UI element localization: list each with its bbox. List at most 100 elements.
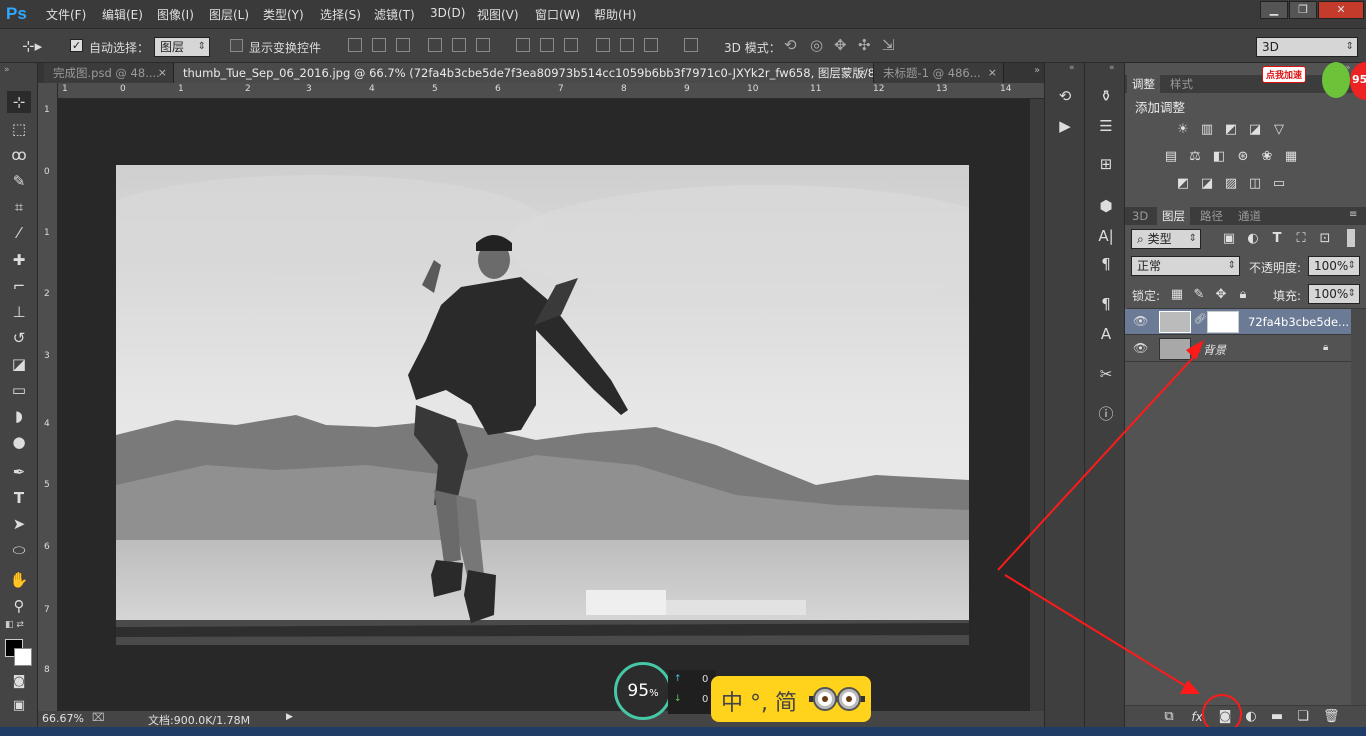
paragraph-panel-icon[interactable]: ¶ [1095,253,1117,275]
collapse-dock-icon[interactable]: « [1109,63,1115,73]
align-hcenter-icon[interactable] [452,38,466,52]
distribute-left-icon[interactable] [596,38,610,52]
menu-item[interactable]: 选择(S) [320,6,361,23]
levels-adjustment-icon[interactable]: ▥ [1199,123,1215,137]
filter-pixel-icon[interactable]: ▣ [1221,232,1237,246]
move-tool-icon[interactable]: ⊹ [7,91,31,113]
3d-slide-icon[interactable]: ✣ [858,36,871,54]
eraser-tool-icon[interactable]: ◪ [7,353,31,375]
tab-layers[interactable]: 图层 [1157,207,1190,225]
speed-widget[interactable]: 95% [614,662,672,720]
close-tab-icon[interactable]: × [988,63,997,83]
vertical-scrollbar[interactable] [1030,99,1044,711]
dodge-tool-icon[interactable]: ● [7,431,31,453]
filter-type-icon[interactable]: T [1269,232,1285,246]
pen-tool-icon[interactable]: ✒ [7,461,31,483]
menu-item[interactable]: 文件(F) [46,6,86,23]
distribute-top-icon[interactable] [516,38,530,52]
filter-adjustment-icon[interactable]: ◐ [1245,232,1261,246]
filter-toggle[interactable] [1347,229,1355,247]
panel-menu-icon[interactable]: ≡ [1349,209,1357,220]
distribute-vcenter-icon[interactable] [540,38,554,52]
menu-item[interactable]: 视图(V) [477,6,519,23]
tab-paths[interactable]: 路径 [1195,207,1228,225]
delete-layer-icon[interactable]: 🗑︎ [1323,710,1340,724]
default-colors-icon[interactable]: ◧ ⇄ [5,620,24,630]
show-transform-checkbox[interactable] [230,39,243,52]
align-left-icon[interactable] [428,38,442,52]
3d-roll-icon[interactable]: ◎ [810,36,823,54]
lock-image-icon[interactable]: ✎ [1191,288,1207,302]
character-styles-icon[interactable]: ¶ [1095,293,1117,315]
actions-panel-icon[interactable]: ▶ [1054,115,1076,137]
menu-item[interactable]: 窗口(W) [535,6,580,23]
info-panel-icon[interactable]: ⓘ [1095,403,1117,425]
menu-item[interactable]: 编辑(E) [102,6,143,23]
selective-color-adjustment-icon[interactable]: ◫ [1247,177,1263,191]
tab-overflow-icon[interactable]: » [1034,65,1040,76]
new-adjustment-icon[interactable]: ◐ [1243,710,1259,724]
collapse-dock-icon[interactable]: « [1069,63,1075,73]
horizontal-ruler[interactable]: 1 0 1 2 3 4 5 6 7 8 9 10 11 12 13 14 [58,83,1044,99]
lock-all-icon[interactable]: 🔒︎ [1235,288,1251,302]
menu-item[interactable]: 图像(I) [157,6,194,23]
tool-presets-icon[interactable]: ✂ [1095,363,1117,385]
mask-link-icon[interactable]: 🔗︎ [1194,314,1207,325]
hand-tool-icon[interactable]: ✋ [7,569,31,591]
visibility-eye-icon[interactable]: 👁︎ [1133,314,1148,328]
posterize-adjustment-icon[interactable]: ◪ [1199,177,1215,191]
layer-row-background[interactable]: 👁︎ 背景 🔒︎ [1125,336,1351,362]
color-lookup-adjustment-icon[interactable]: ▦ [1283,150,1299,164]
menu-item[interactable]: 图层(L) [209,6,249,23]
marquee-tool-icon[interactable]: ⬚ [7,118,31,140]
close-button[interactable]: ✕ [1318,1,1364,19]
layer-filter-dropdown[interactable]: ⌕ 类型 [1131,229,1201,249]
exposure-adjustment-icon[interactable]: ◪ [1247,123,1263,137]
brush-panel-icon[interactable]: ☰ [1095,115,1117,137]
visibility-eye-icon[interactable]: 👁︎ [1133,341,1148,355]
move-tool-preset-icon[interactable]: ⊹▸ [22,37,42,55]
healing-brush-tool-icon[interactable]: ✚ [7,249,31,271]
auto-align-icon[interactable] [684,38,698,52]
lasso-tool-icon[interactable]: ꝏ [7,144,31,166]
layer-name[interactable]: 背景 [1203,342,1226,358]
type-tool-icon[interactable]: T [7,487,31,509]
filter-shape-icon[interactable]: ⛶ [1293,232,1309,246]
lock-position-icon[interactable]: ✥ [1213,288,1229,302]
3d-panel-icon[interactable]: ⬢ [1095,195,1117,217]
auto-select-checkbox[interactable]: ✓ [70,39,83,52]
color-balance-adjustment-icon[interactable]: ⚖ [1187,150,1203,164]
ime-mode-text[interactable]: 中 °, 简 [721,685,797,717]
promo-label[interactable]: 点我加速 [1262,66,1307,83]
vertical-ruler[interactable]: 1 0 1 2 3 4 5 6 7 8 [38,83,58,711]
brush-presets-icon[interactable]: ⚱ [1095,85,1117,107]
shape-tool-icon[interactable]: ⬭ [7,539,31,561]
layer-name[interactable]: 72fa4b3cbe5de... [1248,315,1349,329]
status-menu-arrow-icon[interactable]: ▶ [286,712,293,722]
3d-orbit-icon[interactable]: ⟲ [784,36,797,54]
hue-saturation-adjustment-icon[interactable]: ▤ [1163,150,1179,164]
quick-mask-icon[interactable]: ◙ [7,671,31,693]
gradient-map-adjustment-icon[interactable]: ▭ [1271,177,1287,191]
history-panel-icon[interactable]: ⟲ [1054,85,1076,107]
blend-mode-dropdown[interactable]: 正常 [1131,256,1240,276]
tab-document-3[interactable]: 未标题-1 @ 486... × [874,63,1004,83]
gradient-tool-icon[interactable]: ▭ [7,379,31,401]
add-mask-icon[interactable]: ◙ [1217,710,1233,724]
fx-icon[interactable]: fx. [1191,710,1207,724]
distribute-bottom-icon[interactable] [564,38,578,52]
new-layer-icon[interactable]: ❏ [1295,710,1311,724]
history-brush-tool-icon[interactable]: ↺ [7,327,31,349]
restore-button[interactable]: ❐ [1289,1,1317,19]
ime-toolbar[interactable]: 中 °, 简 [711,676,871,722]
lock-transparent-icon[interactable]: ▦ [1169,288,1185,302]
zoom-tool-icon[interactable]: ⚲ [7,595,31,617]
clone-stamp-tool-icon[interactable]: ⊥ [7,301,31,323]
3d-pan-icon[interactable]: ✥ [834,36,847,54]
photo-filter-adjustment-icon[interactable]: ⊛ [1235,150,1251,164]
zoom-level[interactable]: 66.67% [42,712,84,725]
close-tab-icon[interactable]: × [158,63,167,83]
blur-tool-icon[interactable]: ◗ [7,405,31,427]
collapse-tools-icon[interactable]: » [4,65,10,75]
background-color-swatch[interactable] [14,648,32,666]
